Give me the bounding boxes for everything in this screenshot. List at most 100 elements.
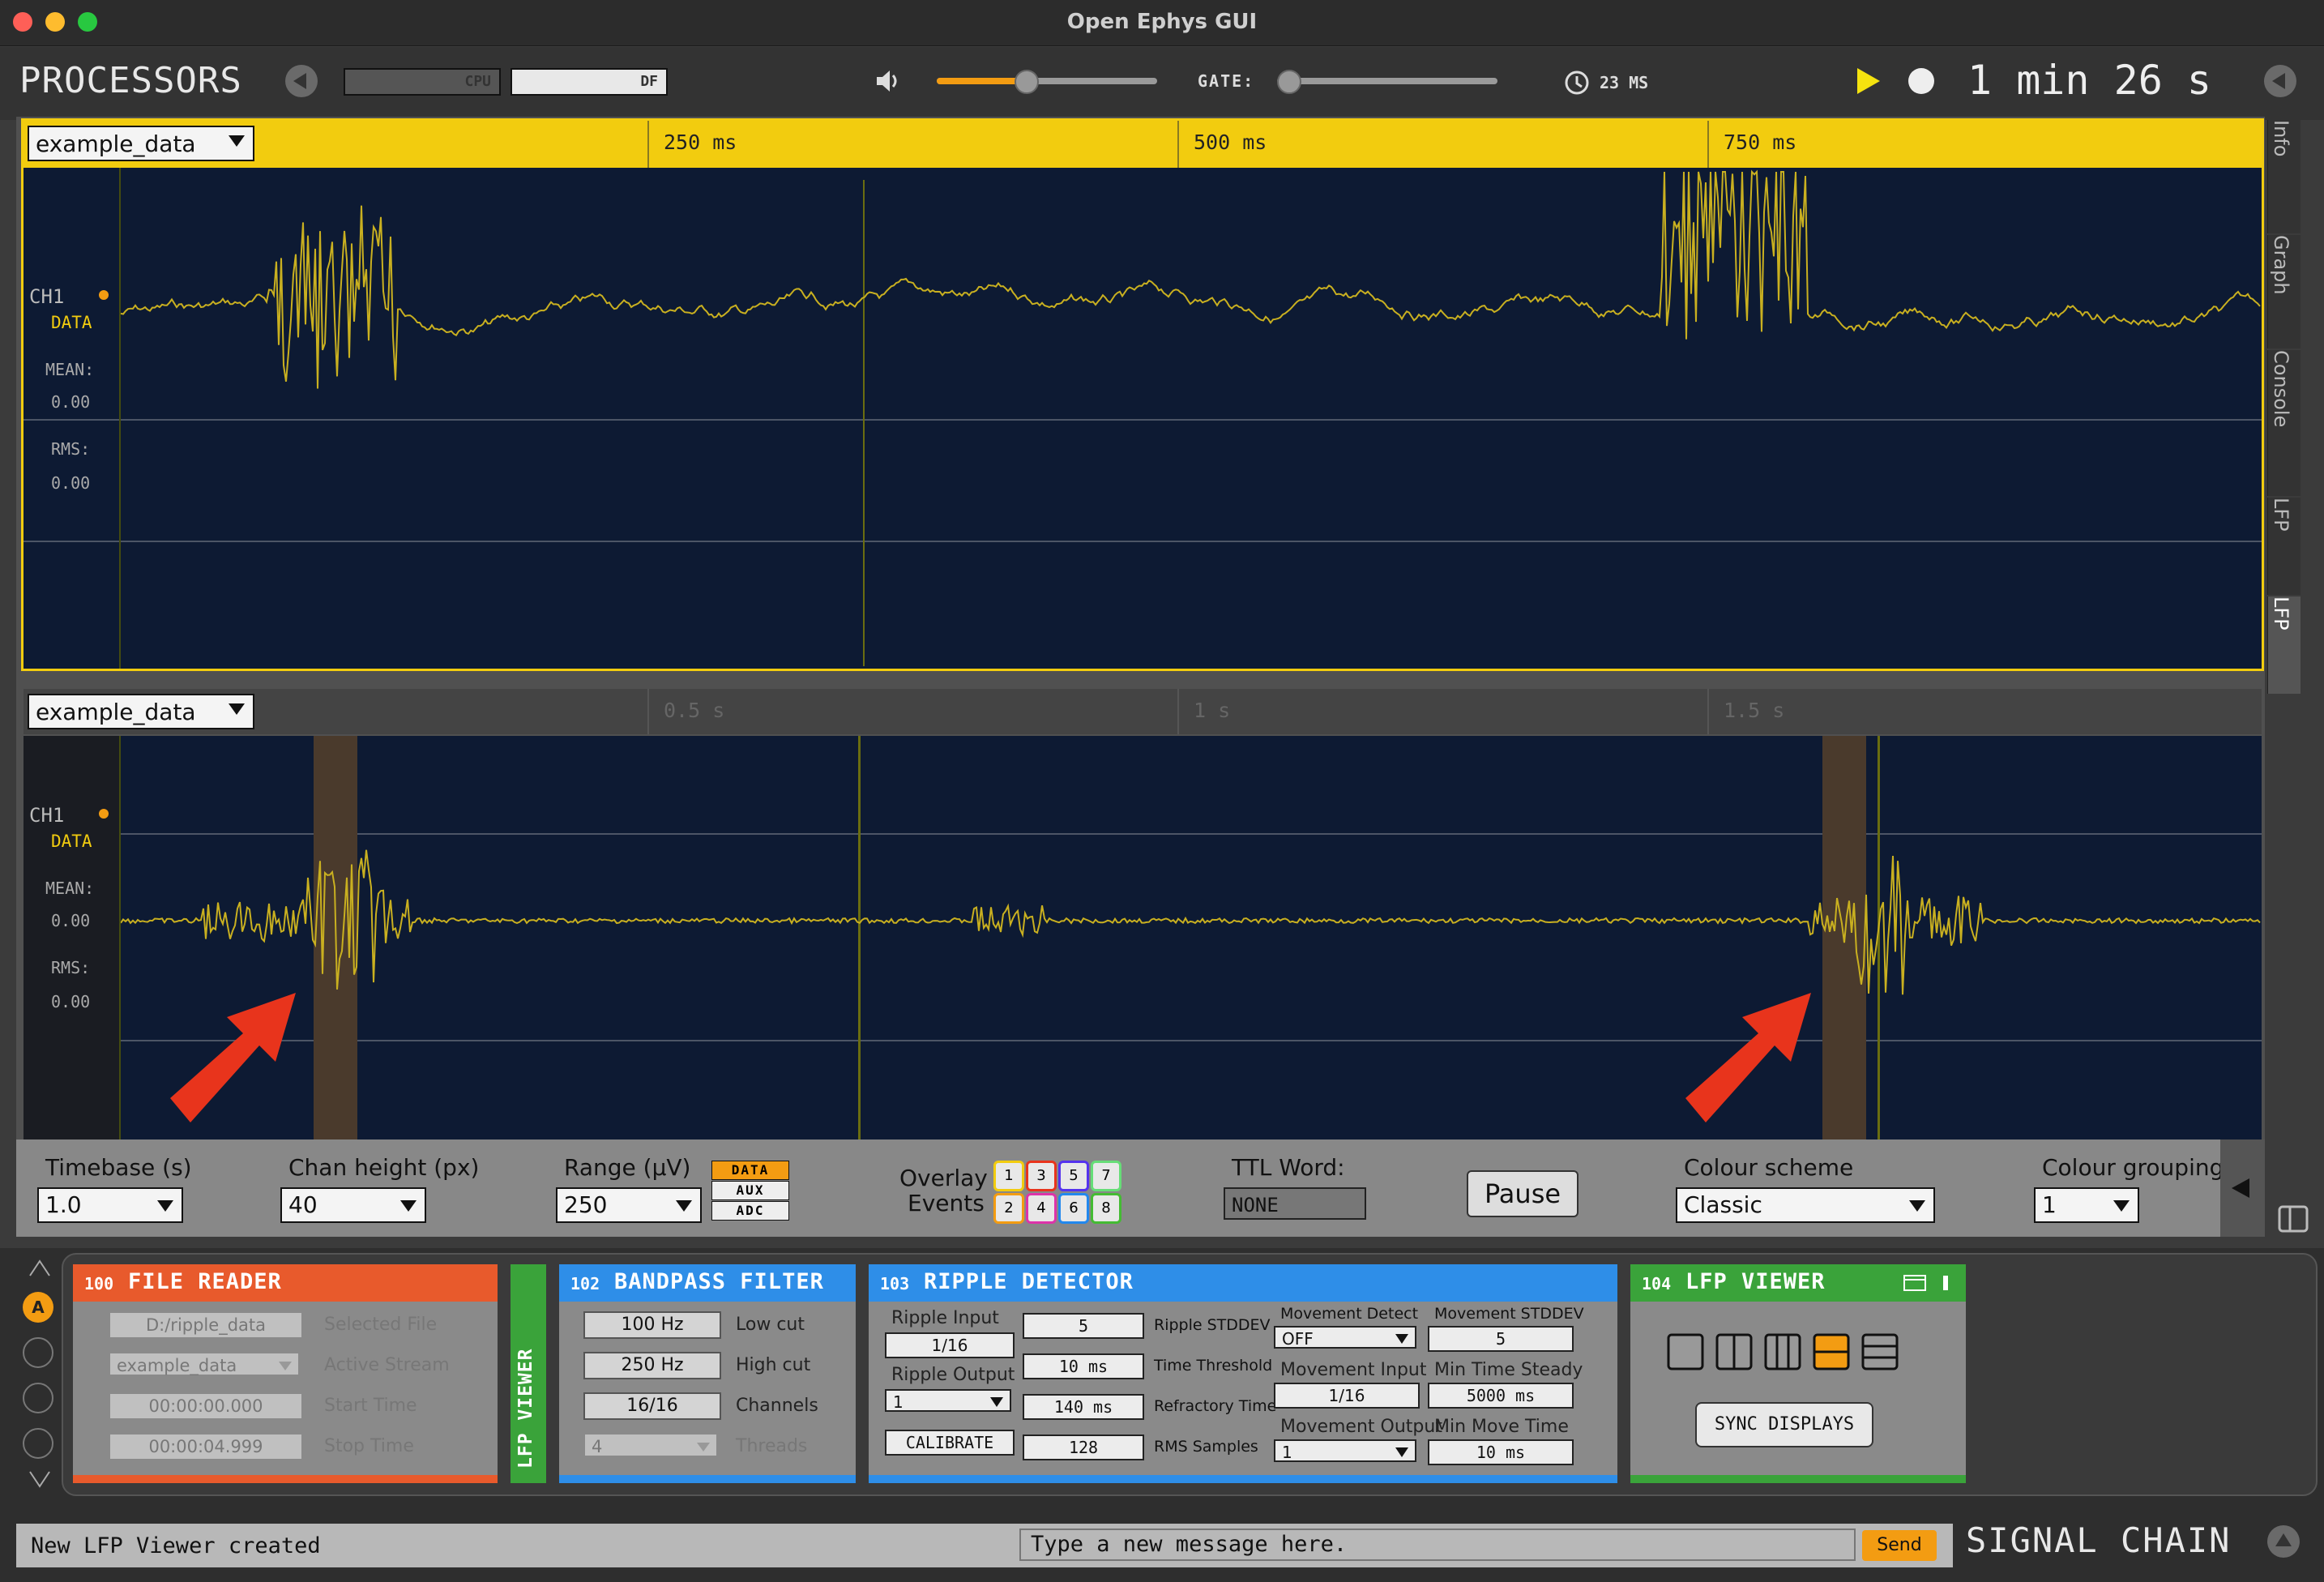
colour-grouping-select[interactable]: 1 [2034,1187,2139,1223]
signal-chain-label[interactable]: SIGNAL CHAIN [1966,1520,2231,1560]
movement-input-button[interactable]: 1/16 [1274,1383,1420,1409]
control-panel-toggle-icon[interactable] [2264,65,2296,97]
sync-displays-button[interactable]: SYNC DISPLAYS [1695,1402,1873,1447]
movement-detect-select[interactable]: OFF [1274,1326,1416,1349]
timebase-select[interactable]: 1.0 [37,1187,183,1223]
ripple-stddev-field[interactable]: 5 [1023,1313,1144,1339]
display-2-stream-select[interactable]: example_data [28,694,254,729]
processors-label[interactable]: PROCESSORS [19,60,242,101]
rms-samples-field[interactable]: 128 [1023,1434,1144,1460]
time-threshold-field[interactable]: 10 ms [1023,1353,1144,1379]
signal-chain-b-button[interactable] [23,1337,53,1368]
chan-height-value: 40 [288,1191,318,1218]
message-input[interactable]: Type a new message here. [1019,1529,1856,1561]
range-type-aux[interactable]: AUX [711,1181,789,1200]
ripple-detector-header[interactable]: 103 RIPPLE DETECTOR [869,1264,1617,1302]
display-1-mean-label: MEAN: [45,360,95,379]
event-button-2[interactable]: 2 [993,1193,1024,1224]
start-time-field[interactable]: 00:00:00.000 [109,1392,303,1420]
high-cut-label: High cut [736,1355,811,1375]
high-cut-field[interactable]: 250 Hz [583,1352,721,1379]
min-move-time-field[interactable]: 10 ms [1428,1439,1574,1465]
layout-three-columns-icon[interactable] [1763,1332,1802,1371]
tab-graph[interactable]: Graph [2267,235,2301,348]
threads-select[interactable]: 4 [583,1433,718,1457]
active-stream-select[interactable]: example_data [109,1352,300,1376]
layout-three-rows-icon[interactable] [1860,1332,1899,1371]
volume-icon[interactable] [874,66,903,96]
tab-lfp-1[interactable]: LFP [2267,498,2301,595]
chevron-left-icon [2232,1178,2249,1198]
sidebar-toggle-icon[interactable] [2277,1204,2309,1234]
play-icon[interactable] [1854,66,1882,96]
event-button-1[interactable]: 1 [993,1161,1024,1191]
range-type-adc[interactable]: ADC [711,1201,789,1221]
send-button[interactable]: Send [1862,1530,1937,1561]
lfp-viewer-collapsed-editor[interactable]: LFP VIEWER [511,1264,546,1483]
options-collapse-button[interactable] [2220,1139,2265,1237]
channels-button[interactable]: 16/16 [583,1392,721,1420]
file-reader-header[interactable]: 100 FILE READER [73,1264,498,1302]
file-reader-editor[interactable]: 100 FILE READER D:/ripple_data Selected … [73,1264,498,1483]
chan-height-select[interactable]: 40 [280,1187,426,1223]
display-2-channel-name[interactable]: CH1 [29,804,64,827]
tab-lfp-2[interactable]: LFP [2267,596,2301,694]
event-button-7[interactable]: 7 [1091,1161,1121,1191]
cpu-label: CPU [464,73,491,90]
chevron-down-icon [279,1362,292,1370]
record-button[interactable] [1908,68,1934,94]
movement-stddev-field[interactable]: 5 [1428,1326,1574,1352]
selected-file-field[interactable]: D:/ripple_data [109,1311,303,1339]
ripple-input-button[interactable]: 1/16 [885,1332,1015,1358]
bandpass-filter-editor[interactable]: 102 BANDPASS FILTER 100 Hz Low cut 250 H… [559,1264,856,1483]
tab-icon[interactable] [1942,1274,1953,1292]
ripple-detector-editor[interactable]: 103 RIPPLE DETECTOR Ripple Input 1/16 Ri… [869,1264,1617,1483]
display-1-stream-select[interactable]: example_data [28,126,254,161]
stop-time-field[interactable]: 00:00:04.999 [109,1433,303,1460]
events-label: Events [908,1190,985,1216]
colour-scheme-select[interactable]: Classic [1676,1187,1935,1223]
event-button-3[interactable]: 3 [1026,1161,1057,1191]
display-2-plot[interactable] [23,736,2262,1139]
refractory-time-field[interactable]: 140 ms [1023,1394,1144,1420]
event-button-4[interactable]: 4 [1026,1193,1057,1224]
calibrate-button[interactable]: CALIBRATE [885,1430,1015,1456]
threads-label: Threads [736,1436,808,1456]
signal-chain-d-button[interactable] [23,1428,53,1459]
range-label: Range (µV) [564,1154,691,1181]
chain-down-arrow-icon[interactable] [28,1469,52,1490]
lfp-viewer-header[interactable]: 104 LFP VIEWER [1630,1264,1966,1302]
event-button-6[interactable]: 6 [1058,1193,1089,1224]
display-1-plot[interactable] [23,168,2262,669]
event-button-5[interactable]: 5 [1058,1161,1089,1191]
low-cut-field[interactable]: 100 Hz [583,1311,721,1339]
signal-chain-toggle-icon[interactable] [2267,1525,2300,1558]
min-move-time-label: Min Move Time [1434,1417,1569,1437]
tab-console[interactable]: Console [2267,350,2301,496]
volume-slider-thumb[interactable] [1014,70,1039,94]
layout-single-icon[interactable] [1666,1332,1705,1371]
ripple-output-select[interactable]: 1 [885,1389,1011,1412]
min-time-steady-field[interactable]: 5000 ms [1428,1383,1574,1409]
range-select[interactable]: 250 [556,1187,702,1223]
movement-output-select[interactable]: 1 [1274,1439,1416,1462]
range-type-data[interactable]: DATA [711,1161,789,1180]
event-button-8[interactable]: 8 [1091,1193,1121,1224]
volume-slider[interactable] [937,70,1157,94]
ttl-word-value: NONE [1224,1187,1366,1220]
pause-button[interactable]: Pause [1467,1170,1579,1217]
gate-slider-thumb[interactable] [1277,70,1301,94]
processor-list-toggle-icon[interactable] [285,65,318,97]
chain-up-arrow-icon[interactable] [28,1258,52,1279]
tab-info[interactable]: Info [2267,120,2301,233]
signal-chain-a-button[interactable]: A [23,1292,53,1323]
layout-two-rows-icon[interactable] [1812,1332,1851,1371]
display-2-tick-1: 0.5 s [664,699,725,722]
lfp-viewer-editor[interactable]: 104 LFP VIEWER SYNC DISPLAYS [1630,1264,1966,1483]
gate-slider[interactable] [1277,70,1497,94]
display-1-channel-name[interactable]: CH1 [29,285,64,308]
layout-two-columns-icon[interactable] [1715,1332,1754,1371]
signal-chain-c-button[interactable] [23,1383,53,1413]
window-icon[interactable] [1903,1274,1927,1292]
bandpass-filter-header[interactable]: 102 BANDPASS FILTER [559,1264,856,1302]
